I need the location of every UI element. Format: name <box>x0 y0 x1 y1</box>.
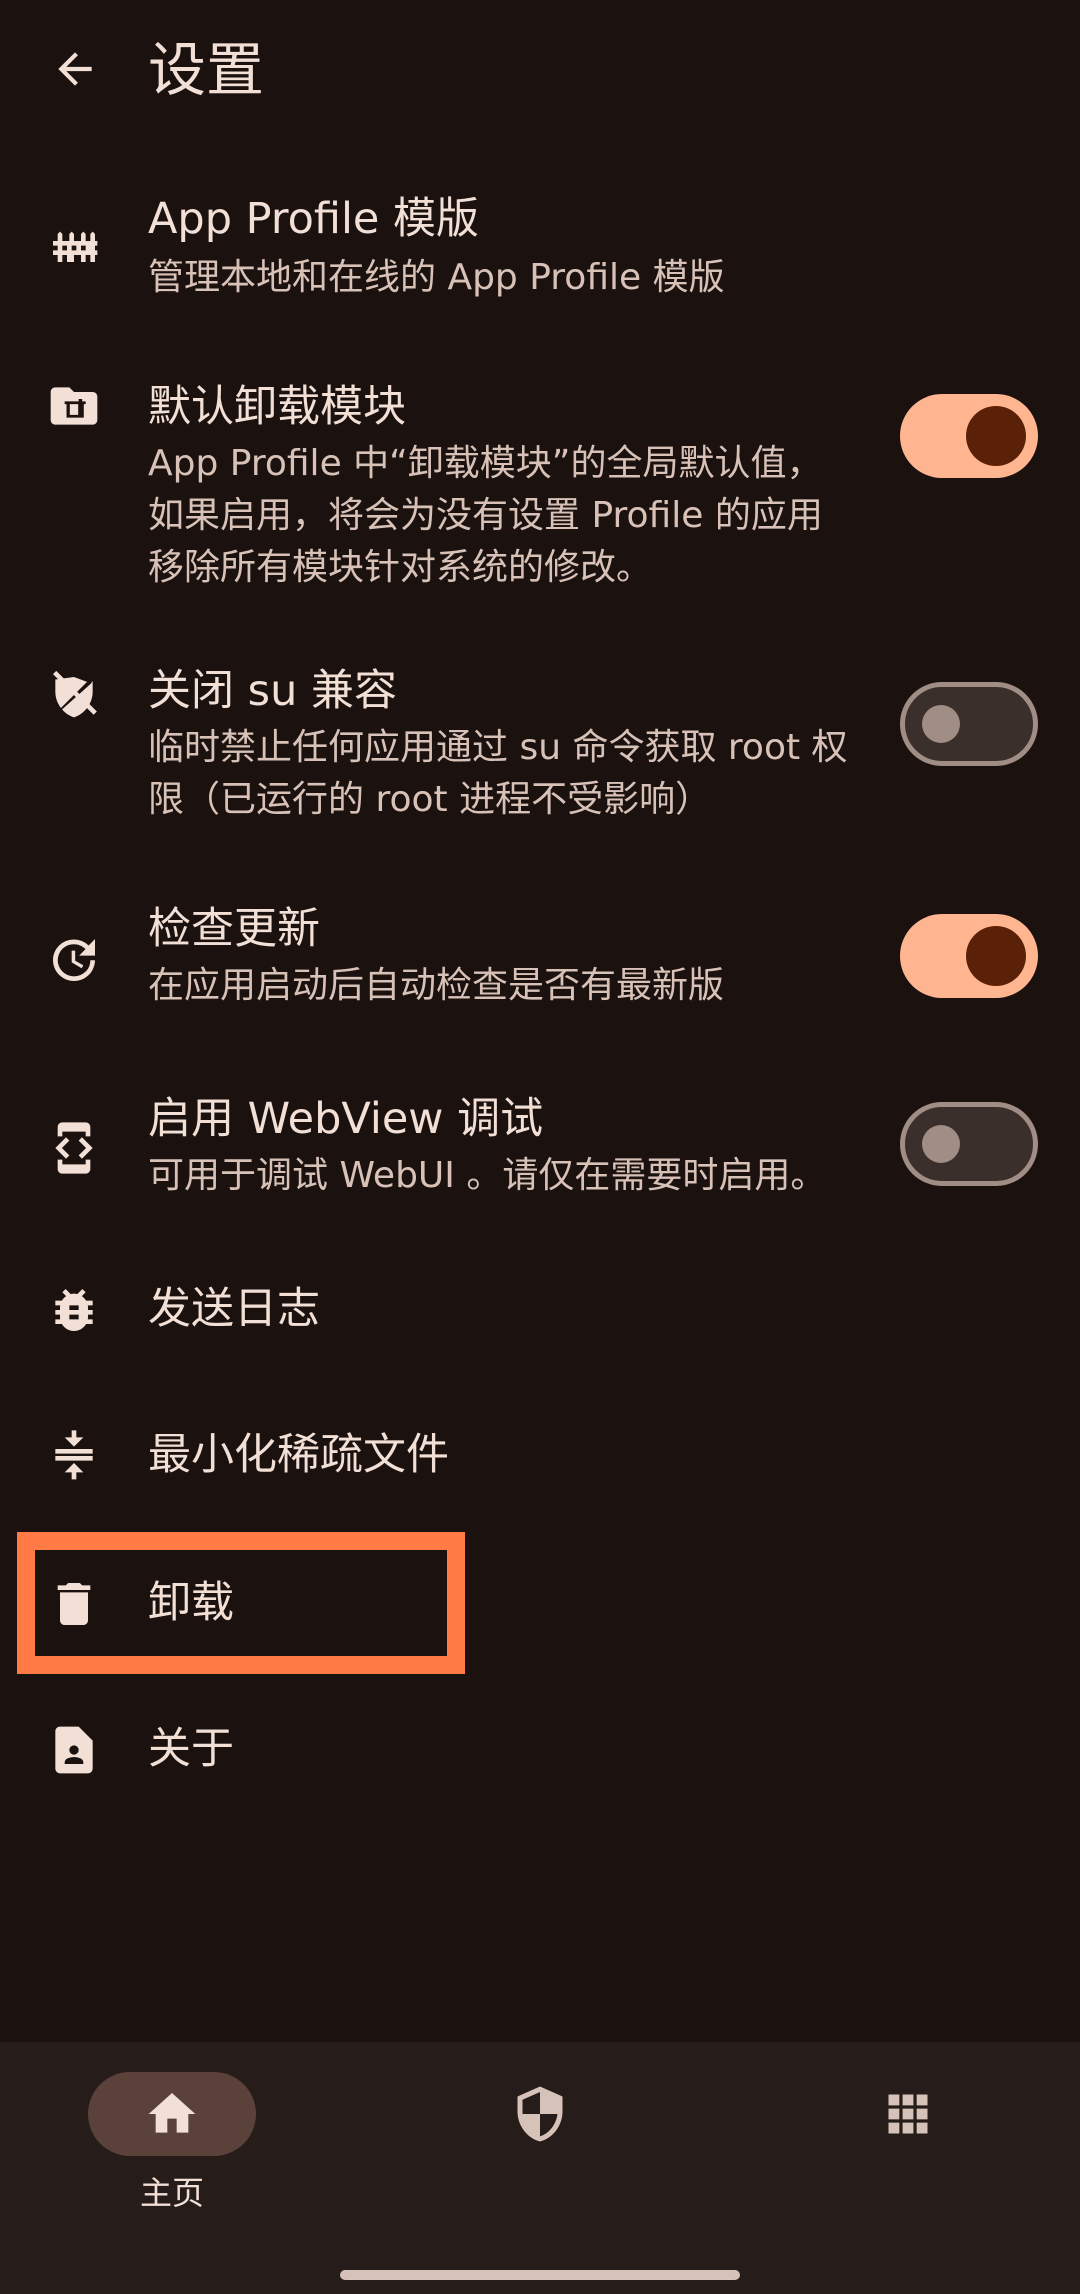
nav-label: 主页 <box>139 2174 204 2212</box>
setting-disable-su-compat[interactable]: 关闭 su 兼容 临时禁止任何应用通过 su 命令获取 root 权限（已运行的… <box>0 662 1080 832</box>
setting-title: 默认卸载模块 <box>148 382 406 432</box>
check-update-toggle[interactable] <box>900 914 1038 998</box>
setting-send-logs[interactable]: 发送日志 <box>0 1270 1080 1350</box>
apps-grid-icon <box>888 2094 928 2134</box>
bottom-navigation-bar: 主页 <box>0 2042 1080 2294</box>
nav-active-indicator <box>88 2072 256 2156</box>
setting-title: 关闭 su 兼容 <box>148 666 397 716</box>
bug-icon <box>44 1280 104 1340</box>
setting-title: App Profile 模版 <box>148 194 480 244</box>
contact-page-icon <box>44 1720 104 1780</box>
setting-app-profile-template[interactable]: App Profile 模版 管理本地和在线的 App Profile 模版 <box>0 186 1080 316</box>
nav-item-modules[interactable] <box>758 2072 1058 2232</box>
update-icon <box>44 930 104 990</box>
setting-title: 关于 <box>148 1724 234 1774</box>
home-icon <box>148 2093 196 2133</box>
back-button[interactable] <box>42 36 108 102</box>
setting-title: 发送日志 <box>148 1284 320 1334</box>
shield-icon <box>517 2086 563 2142</box>
fence-icon <box>44 218 104 278</box>
nav-item-superuser[interactable] <box>390 2072 690 2232</box>
nav-indicator <box>456 2072 624 2156</box>
compress-icon <box>44 1426 104 1486</box>
gesture-navigation-bar[interactable] <box>340 2270 740 2280</box>
switch-knob <box>966 406 1026 466</box>
setting-title: 最小化稀疏文件 <box>148 1430 449 1480</box>
switch-knob <box>922 705 960 743</box>
nav-item-home[interactable]: 主页 <box>22 2072 322 2232</box>
setting-about[interactable]: 关于 <box>0 1710 1080 1790</box>
switch-knob <box>922 1125 960 1163</box>
nav-indicator <box>824 2072 992 2156</box>
setting-title: 启用 WebView 调试 <box>148 1094 544 1144</box>
setting-description: App Profile 中“卸载模块”的全局默认值，如果启用，将会为没有设置 P… <box>148 443 823 588</box>
top-app-bar: 设置 <box>0 0 1080 140</box>
setting-description: 临时禁止任何应用通过 su 命令获取 root 权限（已运行的 root 进程不… <box>148 727 848 820</box>
setting-default-umount-modules[interactable]: 默认卸载模块 App Profile 中“卸载模块”的全局默认值，如果启用，将会… <box>0 376 1080 596</box>
setting-title: 检查更新 <box>148 904 320 954</box>
shield-off-icon <box>44 664 104 724</box>
uninstall-highlight-box <box>17 1532 465 1674</box>
setting-check-update[interactable]: 检查更新 在应用启动后自动检查是否有最新版 <box>0 898 1080 1018</box>
folder-delete-icon <box>44 376 104 436</box>
webview-debugging-toggle[interactable] <box>900 1102 1038 1186</box>
setting-webview-debugging[interactable]: 启用 WebView 调试 可用于调试 WebUI 。请仅在需要时启用。 <box>0 1088 1080 1208</box>
default-umount-modules-toggle[interactable] <box>900 394 1038 478</box>
arrow-back-icon <box>58 52 92 86</box>
developer-mode-icon <box>44 1118 104 1178</box>
setting-minimize-sparse-files[interactable]: 最小化稀疏文件 <box>0 1416 1080 1496</box>
switch-knob <box>966 926 1026 986</box>
page-title: 设置 <box>148 36 265 104</box>
setting-description: 管理本地和在线的 App Profile 模版 <box>148 257 725 298</box>
setting-description: 可用于调试 WebUI 。请仅在需要时启用。 <box>148 1155 827 1196</box>
disable-su-compat-toggle[interactable] <box>900 682 1038 766</box>
setting-description: 在应用启动后自动检查是否有最新版 <box>148 965 725 1006</box>
